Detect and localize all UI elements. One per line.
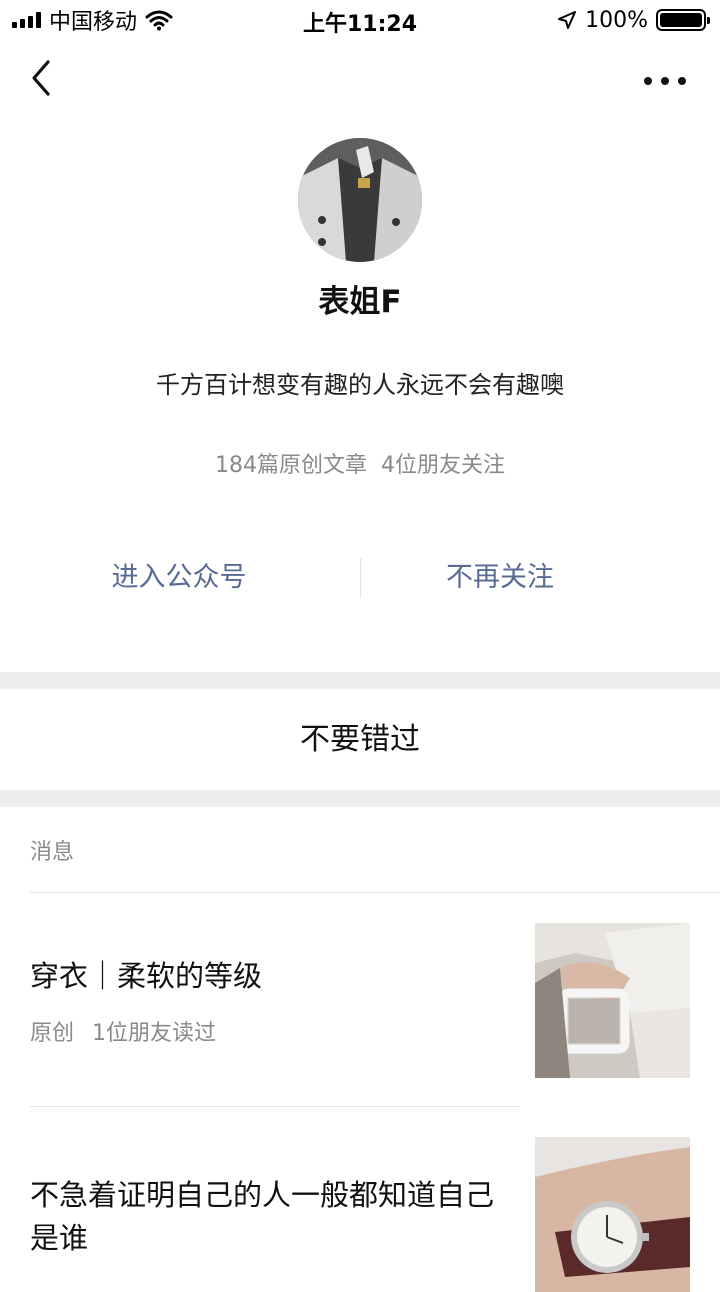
list-item[interactable]: 不急着证明自己的人一般都知道自己是谁 [0, 1107, 720, 1292]
article-thumbnail [535, 923, 690, 1078]
status-right: 100% [557, 6, 710, 34]
chevron-left-icon [32, 60, 50, 96]
original-tag: 原创 [30, 1021, 75, 1046]
unfollow-button[interactable]: 不再关注 [360, 552, 640, 604]
list-item[interactable]: 穿衣｜柔软的等级 原创 1位朋友读过 [0, 893, 720, 1106]
back-button[interactable] [22, 58, 66, 102]
account-stats: 184篇原创文章 4位朋友关注 [0, 450, 720, 482]
avatar[interactable] [298, 138, 422, 262]
dont-miss-cell[interactable]: 不要错过 [0, 689, 720, 790]
section-separator [0, 672, 720, 689]
action-row: 进入公众号 不再关注 [0, 552, 720, 604]
enter-account-button[interactable]: 进入公众号 [24, 552, 334, 604]
more-button[interactable] [640, 66, 690, 96]
articles-count: 184篇原创文章 [215, 453, 367, 478]
article-title: 穿衣｜柔软的等级 [30, 959, 263, 993]
friends-following[interactable]: 4位朋友关注 [381, 453, 505, 478]
friends-read: 1位朋友读过 [92, 1021, 217, 1046]
article-title: 不急着证明自己的人一般都知道自己是谁 [30, 1178, 495, 1255]
account-signature: 千方百计想变有趣的人永远不会有趣噢 [156, 371, 564, 399]
more-dots-icon [644, 77, 686, 85]
article-thumbnail [535, 1137, 690, 1292]
profile-header: 表姐F 千方百计想变有趣的人永远不会有趣噢 184篇原创文章 4位朋友关注 [0, 138, 720, 482]
status-bar: 中国移动 上午11:24 100% [0, 0, 720, 40]
battery-icon [656, 9, 710, 31]
messages-label: 消息 [30, 840, 75, 865]
article-meta: 原创 1位朋友读过 [30, 1015, 216, 1047]
nav-bar [0, 50, 720, 110]
section-separator [0, 790, 720, 807]
account-name: 表姐F [318, 284, 402, 320]
location-arrow-icon [558, 11, 577, 29]
battery-percent: 100% [585, 7, 648, 33]
